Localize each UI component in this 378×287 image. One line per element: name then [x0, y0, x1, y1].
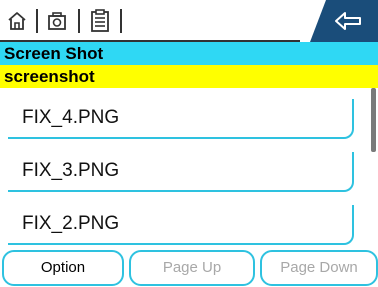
folder-path: screenshot [0, 65, 378, 88]
page-up-button[interactable]: Page Up [129, 250, 255, 286]
toolbar-separator [78, 9, 80, 33]
file-list-item[interactable]: FIX_2.PNG [8, 205, 354, 245]
toolbar-separator [36, 9, 38, 33]
file-name: FIX_2.PNG [22, 213, 120, 234]
back-button[interactable] [298, 0, 378, 42]
toolbar-separator [120, 9, 122, 33]
file-list-item[interactable]: FIX_3.PNG [8, 152, 354, 192]
home-icon[interactable] [4, 6, 30, 36]
folder-title: Screen Shot [0, 42, 378, 65]
document-icon[interactable] [86, 6, 116, 36]
file-name: FIX_4.PNG [22, 107, 120, 128]
page-down-button[interactable]: Page Down [260, 250, 378, 286]
camera-icon[interactable] [44, 6, 70, 36]
scrollbar[interactable] [371, 88, 376, 152]
file-name: FIX_3.PNG [22, 160, 120, 181]
file-list-item[interactable]: FIX_4.PNG [8, 99, 354, 139]
top-toolbar [0, 0, 378, 42]
option-button[interactable]: Option [2, 250, 124, 286]
